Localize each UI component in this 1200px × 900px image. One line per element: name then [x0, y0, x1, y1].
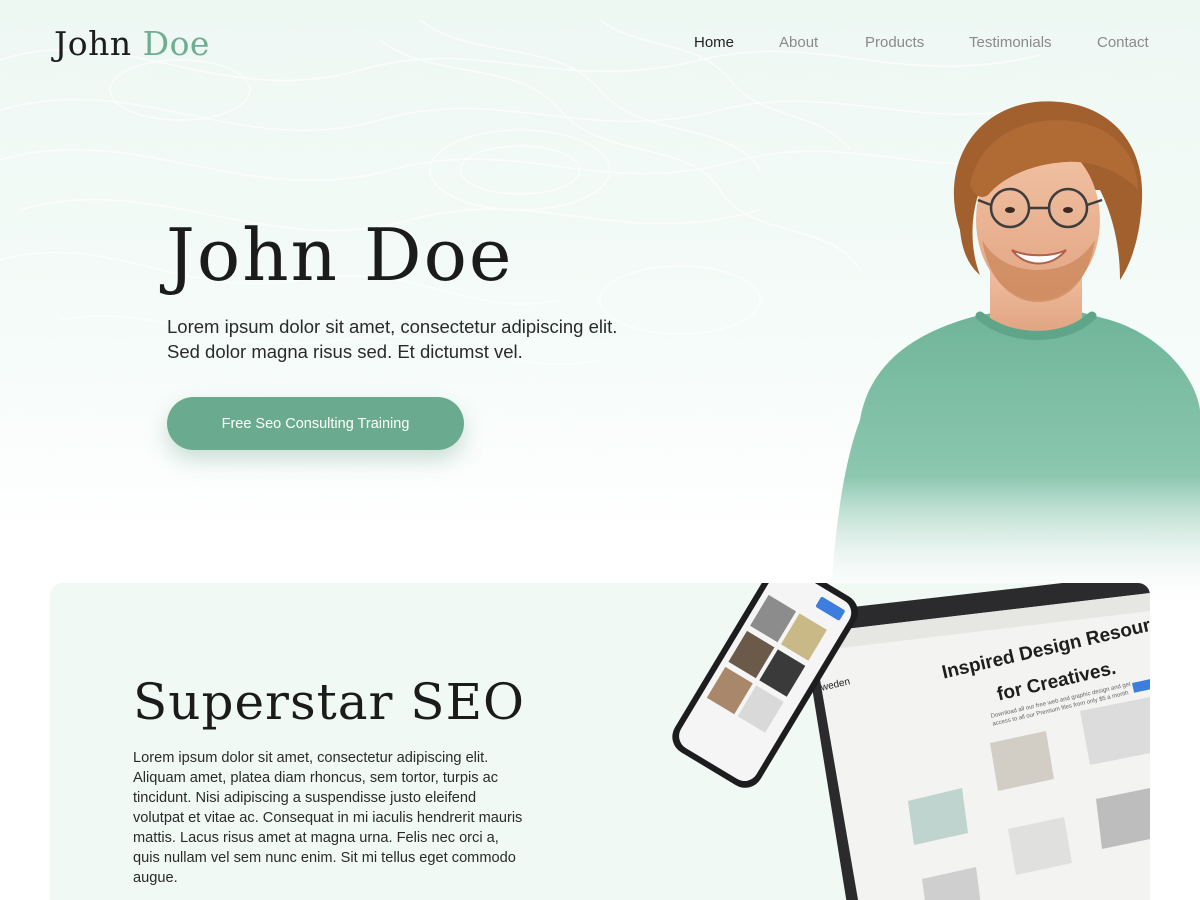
portrait-image [830, 101, 1200, 610]
nav-links: Home About Products Testimonials Contact [0, 34, 1200, 54]
sweater-shape [830, 312, 1200, 610]
hero-title: John Doe [166, 213, 514, 297]
feature-body: Lorem ipsum dolor sit amet, consectetur … [133, 750, 523, 886]
feature-title: Superstar SEO [133, 673, 526, 731]
nav-link-products[interactable]: Products [865, 34, 924, 51]
feature-card: Superstar SEO Lorem ipsum dolor sit amet… [50, 583, 1150, 900]
top-navigation: John Doe Home About Products Testimonial… [0, 0, 1200, 86]
nav-link-about[interactable]: About [779, 34, 818, 51]
nav-link-testimonials[interactable]: Testimonials [969, 34, 1052, 51]
nav-link-home[interactable]: Home [694, 34, 734, 51]
free-seo-training-button[interactable]: Free Seo Consulting Training [167, 397, 464, 450]
hero-subtitle: Lorem ipsum dolor sit amet, consectetur … [167, 316, 618, 362]
device-mockup: Inspired Design Resources for Creatives.… [650, 583, 1150, 900]
nav-link-contact[interactable]: Contact [1097, 34, 1149, 51]
phone-mockup [672, 583, 858, 788]
